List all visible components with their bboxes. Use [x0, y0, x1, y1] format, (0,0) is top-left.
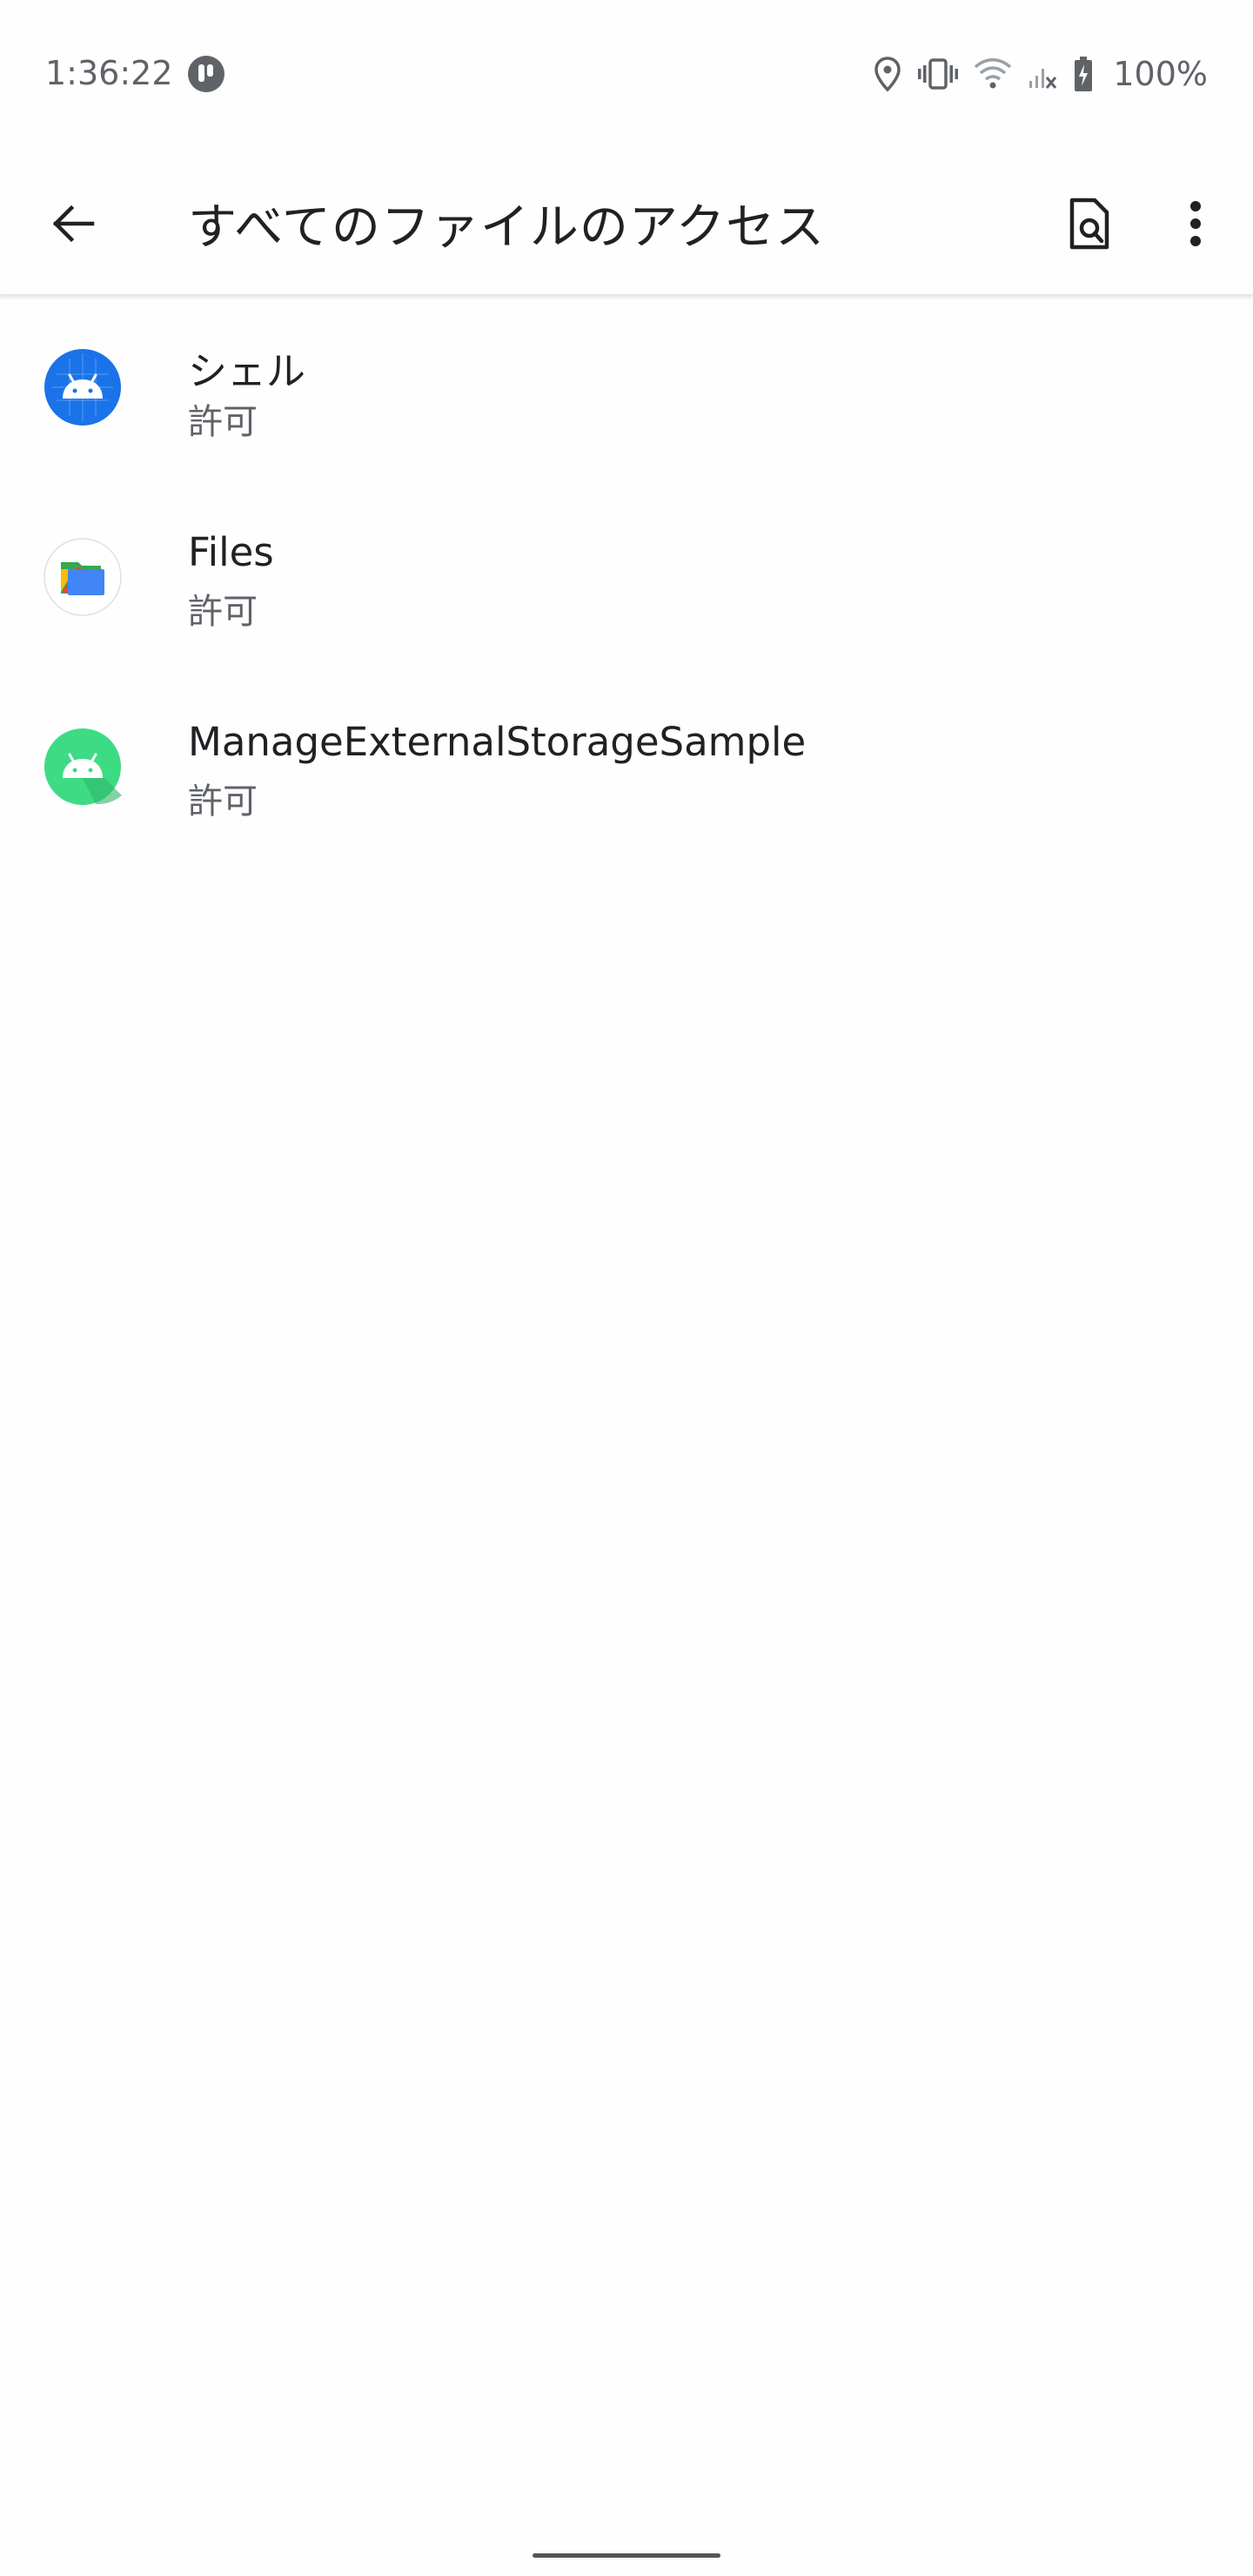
app-status: 許可 [188, 402, 258, 442]
app-list: シェル 許可 Files 許可 ManageExternalStorageSam… [0, 296, 1253, 865]
more-options-button[interactable] [1154, 182, 1237, 265]
list-item-manage-external-storage-sample[interactable]: ManageExternalStorageSample 許可 [0, 675, 1253, 865]
app-name: ManageExternalStorageSample [188, 719, 807, 765]
search-document-icon [1069, 198, 1109, 250]
app-status: 許可 [188, 592, 258, 632]
no-signal-icon [1029, 69, 1057, 89]
status-time: 1:36:22 [45, 54, 173, 92]
list-item-shell[interactable]: シェル 許可 [0, 296, 1253, 486]
status-bar: 1:36:22 100% [0, 0, 1253, 150]
page-title: すべてのファイルのアクセス [188, 199, 826, 256]
back-button[interactable] [31, 182, 115, 265]
more-vert-icon [1190, 201, 1201, 246]
files-app-icon [44, 538, 122, 616]
wifi-icon [975, 58, 1012, 89]
battery-charging-icon [1075, 57, 1093, 91]
app-status: 許可 [188, 782, 258, 822]
navigation-handle[interactable] [533, 2553, 720, 2558]
battery-percent: 100% [1113, 55, 1208, 93]
android-app-icon [44, 728, 122, 805]
location-icon [874, 57, 901, 92]
app-name: シェル [188, 348, 306, 394]
search-button[interactable] [1048, 182, 1131, 265]
status-icons: 100% [873, 52, 1208, 96]
vibrate-icon [918, 58, 959, 90]
notification-app-icon [188, 56, 224, 92]
list-item-files[interactable]: Files 許可 [0, 486, 1253, 675]
app-name: Files [188, 529, 274, 575]
app-bar: すべてのファイルのアクセス [0, 150, 1253, 295]
android-shell-icon [44, 349, 121, 426]
arrow-back-icon [52, 205, 95, 243]
